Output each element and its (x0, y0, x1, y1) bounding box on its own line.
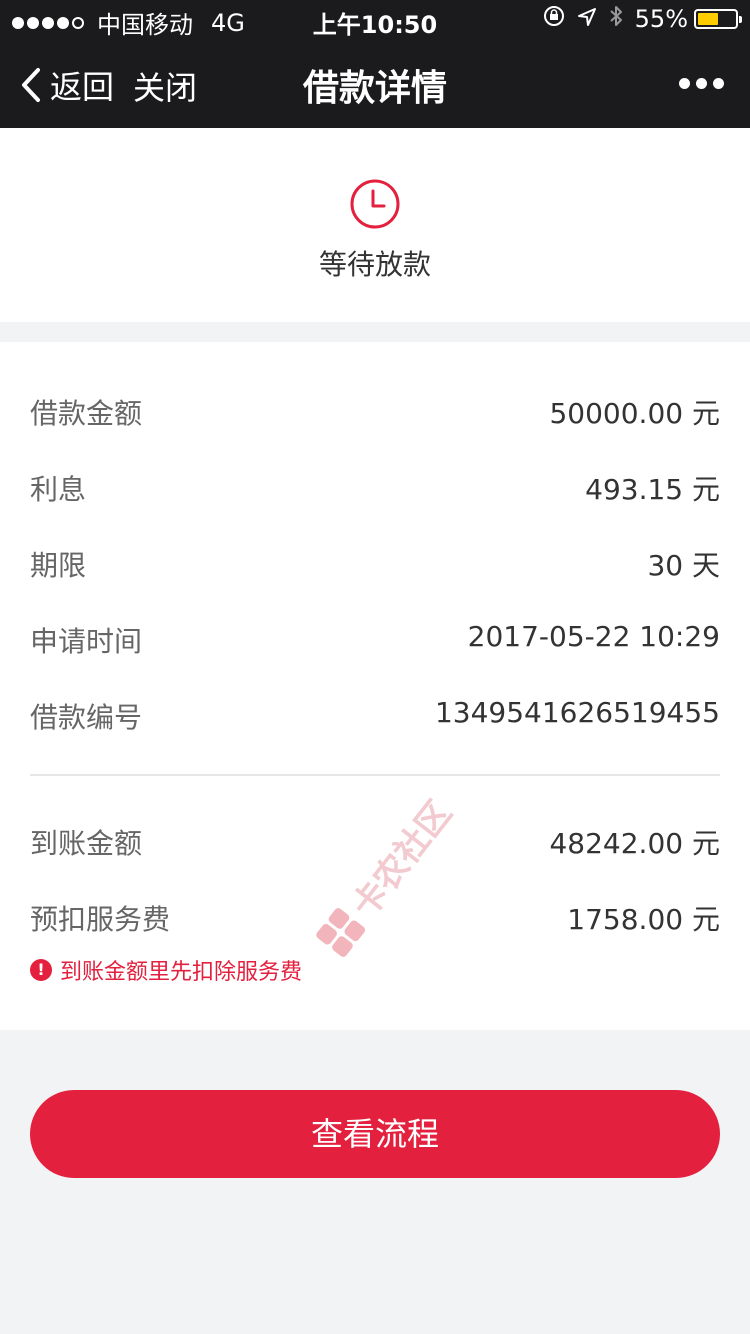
status-bar: 中国移动 4G 上午10:50 55% (0, 0, 750, 40)
loan-detail-card: 借款金额 50000.00 元 利息 493.15 元 期限 30 天 申请时间… (0, 342, 750, 1030)
detail-row-amount: 借款金额 50000.00 元 (30, 392, 720, 432)
detail-row-interest: 利息 493.15 元 (30, 468, 720, 508)
loan-status-text: 等待放款 (318, 248, 431, 281)
rotation-lock-icon (543, 5, 565, 33)
detail-label: 预扣服务费 (30, 903, 171, 936)
detail-label: 利息 (30, 473, 87, 506)
detail-label: 到账金额 (30, 827, 143, 860)
view-process-button[interactable]: 查看流程 (30, 1090, 720, 1178)
fee-warning: ! 到账金额里先扣除服务费 (30, 954, 302, 986)
clock-icon (350, 179, 400, 229)
status-indicators: 55% (531, 5, 742, 33)
more-options-icon[interactable] (673, 78, 724, 89)
detail-row-term: 期限 30 天 (30, 544, 720, 584)
detail-value: 48242.00 元 (549, 827, 720, 860)
warning-icon: ! (30, 959, 52, 981)
nav-bar: 返回 关闭 借款详情 (0, 40, 750, 128)
detail-row-loan-number: 借款编号 1349541626519455 (30, 696, 720, 736)
detail-row-apply-time: 申请时间 2017-05-22 10:29 (30, 620, 720, 660)
detail-value: 30 天 (647, 549, 720, 582)
location-icon (577, 5, 597, 33)
detail-label: 借款编号 (30, 701, 143, 734)
detail-value: 493.15 元 (585, 473, 720, 506)
battery-percentage: 55% (634, 5, 688, 33)
battery-icon (694, 9, 742, 29)
detail-value: 1758.00 元 (567, 903, 720, 936)
detail-value: 2017-05-22 10:29 (467, 620, 720, 653)
detail-value: 50000.00 元 (549, 397, 720, 430)
detail-label: 期限 (30, 549, 87, 582)
detail-value: 1349541626519455 (434, 696, 720, 729)
bluetooth-icon (609, 5, 623, 33)
page-title: 借款详情 (302, 68, 447, 109)
warning-text: 到账金额里先扣除服务费 (60, 960, 303, 985)
divider (30, 774, 720, 776)
loan-status-card: 等待放款 (0, 128, 750, 322)
detail-label: 申请时间 (30, 625, 143, 658)
detail-label: 借款金额 (30, 397, 143, 430)
